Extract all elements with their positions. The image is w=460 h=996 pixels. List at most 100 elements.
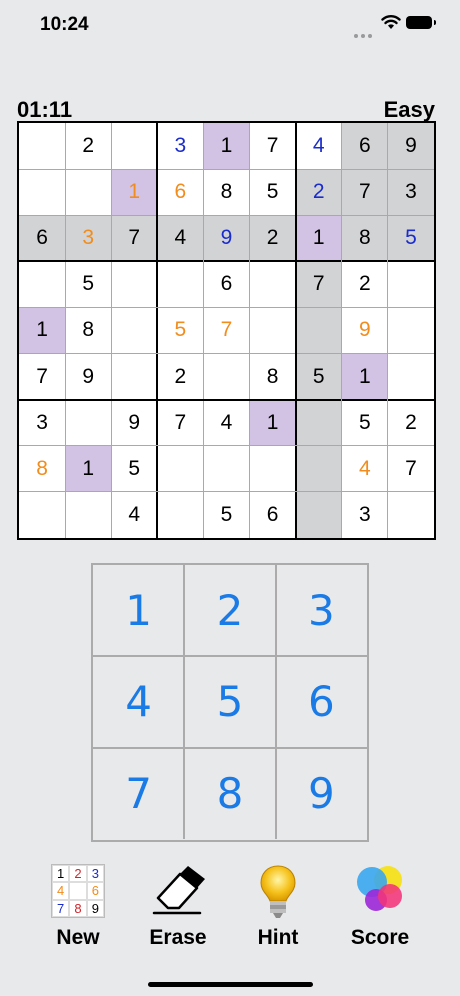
keypad-key-4[interactable]: 4 (93, 656, 184, 747)
battery-icon (406, 16, 436, 29)
board-cell-r3c6[interactable]: 2 (249, 215, 296, 262)
board-cell-r1c4[interactable]: 3 (157, 123, 203, 169)
keypad-key-3[interactable]: 3 (276, 565, 367, 656)
board-cell-r3c1[interactable]: 6 (19, 215, 66, 262)
board-cell-r5c6[interactable] (250, 307, 296, 353)
board-cell-r3c7[interactable]: 1 (295, 215, 342, 262)
board-cell-r4c3[interactable] (111, 261, 157, 307)
board-cell-r4c7[interactable]: 7 (295, 261, 342, 308)
board-cell-r7c9[interactable]: 2 (388, 400, 434, 446)
board-cell-r1c3[interactable] (111, 123, 157, 169)
board-cell-r4c6[interactable] (250, 261, 296, 307)
keypad-key-2[interactable]: 2 (184, 565, 275, 656)
board-cell-r4c5[interactable]: 6 (203, 261, 249, 307)
board-cell-r6c9[interactable] (388, 354, 434, 400)
board-cell-r5c5[interactable]: 7 (203, 307, 249, 353)
board-cell-r3c4[interactable]: 4 (157, 215, 204, 262)
board-cell-r5c7[interactable] (295, 307, 342, 354)
board-cell-r9c7[interactable] (295, 491, 342, 538)
board-cell-r7c7[interactable] (295, 399, 342, 446)
board-cell-r8c3[interactable]: 5 (111, 446, 157, 492)
board-cell-r1c7[interactable]: 4 (296, 123, 342, 169)
board-cell-r9c6[interactable]: 6 (250, 492, 296, 538)
board-cell-r6c1[interactable]: 7 (19, 354, 65, 400)
board-cell-r8c6[interactable] (250, 446, 296, 492)
grid-line-horizontal (19, 491, 434, 493)
board-cell-r1c8[interactable]: 6 (341, 123, 388, 170)
board-cell-r8c9[interactable]: 7 (388, 446, 434, 492)
score-label: Score (350, 926, 410, 949)
board-cell-r1c1[interactable] (19, 123, 65, 169)
board-cell-r1c6[interactable]: 7 (250, 123, 296, 169)
board-cell-r3c8[interactable]: 8 (341, 215, 388, 262)
board-cell-r5c3[interactable] (111, 307, 157, 353)
board-cell-r8c7[interactable] (295, 445, 342, 492)
board-cell-r8c1[interactable]: 8 (19, 446, 65, 492)
board-cell-r4c9[interactable] (388, 261, 434, 307)
board-cell-r9c5[interactable]: 5 (203, 492, 249, 538)
board-cell-r1c9[interactable]: 9 (387, 123, 434, 170)
board-cell-r5c9[interactable] (388, 307, 434, 353)
board-cell-r7c3[interactable]: 9 (111, 400, 157, 446)
board-cell-r2c4[interactable]: 6 (157, 169, 203, 215)
board-cell-r6c7[interactable]: 5 (295, 353, 342, 400)
board-cell-r7c8[interactable]: 5 (342, 400, 388, 446)
board-cell-r9c3[interactable]: 4 (111, 492, 157, 538)
board-cell-r4c8[interactable]: 2 (342, 261, 388, 307)
board-cell-r7c2[interactable] (65, 400, 111, 446)
board-cell-r6c8[interactable]: 1 (341, 353, 388, 400)
board-cell-r2c1[interactable] (19, 169, 65, 215)
board-cell-r2c5[interactable]: 8 (203, 169, 249, 215)
board-cell-r4c2[interactable]: 5 (65, 261, 111, 307)
new-icon-digit: 8 (69, 899, 87, 917)
board-cell-r2c7[interactable]: 2 (295, 169, 342, 216)
new-icon-digit (69, 882, 87, 900)
board-cell-r6c6[interactable]: 8 (250, 354, 296, 400)
board-cell-r2c9[interactable]: 3 (387, 169, 434, 216)
grid-line-horizontal (19, 353, 434, 355)
keypad-key-5[interactable]: 5 (184, 656, 275, 747)
keypad-key-6[interactable]: 6 (276, 656, 367, 747)
board-cell-r1c5[interactable]: 1 (203, 123, 250, 170)
home-indicator (148, 982, 313, 987)
keypad-key-9[interactable]: 9 (276, 748, 367, 839)
keypad-divider-horizontal (93, 746, 367, 749)
board-cell-r2c2[interactable] (65, 169, 111, 215)
board-cell-r1c2[interactable]: 2 (65, 123, 111, 169)
board-cell-r2c3[interactable]: 1 (111, 169, 158, 216)
board-cell-r8c2[interactable]: 1 (65, 445, 112, 492)
board-cell-r3c3[interactable]: 7 (111, 215, 158, 262)
board-cell-r6c3[interactable] (111, 354, 157, 400)
board-cell-r6c4[interactable]: 2 (157, 354, 203, 400)
board-cell-r9c4[interactable] (157, 492, 203, 538)
board-cell-r2c6[interactable]: 5 (250, 169, 296, 215)
keypad-key-7[interactable]: 7 (93, 748, 184, 839)
board-cell-r7c1[interactable]: 3 (19, 400, 65, 446)
board-cell-r9c1[interactable] (19, 492, 65, 538)
new-icon-digit: 4 (52, 882, 70, 900)
board-cell-r6c5[interactable] (203, 354, 249, 400)
board-cell-r3c2[interactable]: 3 (65, 215, 112, 262)
board-cell-r9c9[interactable] (388, 492, 434, 538)
board-cell-r5c8[interactable]: 9 (342, 307, 388, 353)
board-cell-r4c4[interactable] (157, 261, 203, 307)
board-cell-r6c2[interactable]: 9 (65, 354, 111, 400)
board-cell-r5c4[interactable]: 5 (157, 307, 203, 353)
board-cell-r8c5[interactable] (203, 446, 249, 492)
board-cell-r7c5[interactable]: 4 (203, 400, 249, 446)
keypad-key-8[interactable]: 8 (184, 748, 275, 839)
board-cell-r5c1[interactable]: 1 (19, 307, 66, 354)
board-cell-r8c8[interactable]: 4 (342, 446, 388, 492)
board-cell-r9c2[interactable] (65, 492, 111, 538)
board-cell-r3c5[interactable]: 9 (203, 215, 250, 262)
board-cell-r7c6[interactable]: 1 (249, 399, 296, 446)
new-icon-digit: 2 (69, 865, 87, 883)
board-cell-r2c8[interactable]: 7 (341, 169, 388, 216)
board-cell-r8c4[interactable] (157, 446, 203, 492)
keypad-key-1[interactable]: 1 (93, 565, 184, 656)
board-cell-r9c8[interactable]: 3 (342, 492, 388, 538)
board-cell-r3c9[interactable]: 5 (387, 215, 434, 262)
board-cell-r4c1[interactable] (19, 261, 65, 307)
board-cell-r7c4[interactable]: 7 (157, 400, 203, 446)
board-cell-r5c2[interactable]: 8 (65, 307, 111, 353)
